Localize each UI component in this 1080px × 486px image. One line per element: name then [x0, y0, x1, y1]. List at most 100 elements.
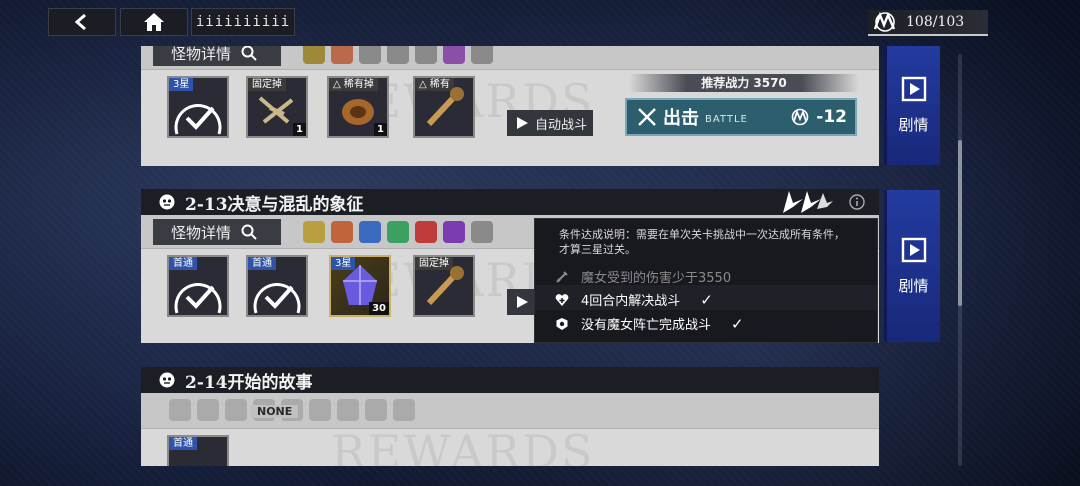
claimed-check-icon: [174, 103, 222, 135]
stamina-value: 108/103: [906, 14, 965, 30]
monster-icon: [337, 399, 359, 421]
stage-skull-icon: [159, 194, 175, 210]
story-label: 剧情: [898, 276, 929, 295]
stamina-counter: 108/103: [868, 10, 988, 36]
tool-item-icon: [426, 266, 464, 306]
monster-icon: [415, 46, 437, 64]
reward-item[interactable]: 3星 30: [329, 255, 391, 317]
home-icon: [144, 13, 164, 31]
sortie-label: 出击: [663, 108, 699, 129]
monster-icon: [331, 46, 353, 64]
reward-count: 30: [369, 302, 389, 315]
monster-icon: [471, 221, 493, 243]
monster-none-label: NONE: [251, 405, 299, 418]
rewards-watermark: REWARDS: [331, 425, 595, 466]
monster-icon: [303, 46, 325, 64]
auto-battle-label: 自动战斗: [535, 117, 588, 133]
recommended-power: 推荐战力 3570: [629, 74, 859, 92]
scrollbar[interactable]: [958, 54, 962, 466]
stamina-cost: -12: [790, 107, 847, 127]
tool-item-icon: [426, 87, 464, 127]
monster-icon: [415, 221, 437, 243]
monster-icons: [303, 46, 493, 64]
reward-item[interactable]: △ 稀有掉 1: [327, 76, 389, 138]
story-play-icon: [901, 237, 926, 262]
monster-icon: [443, 221, 465, 243]
stage-title: 2-14开始的故事: [185, 372, 313, 393]
monster-icon: [359, 46, 381, 64]
info-icon[interactable]: [849, 194, 865, 210]
monster-icon: [365, 399, 387, 421]
monster-icon: [359, 221, 381, 243]
stage-title: 2-13决意与混乱的象征: [185, 194, 364, 215]
sortie-button[interactable]: 出击 BATTLE -12: [625, 98, 857, 136]
reward-item[interactable]: 首通: [167, 255, 229, 317]
star-conditions-tooltip: 条件达成说明：需要在单次关卡挑战中一次达成所有条件，才算三星过关。 魔女受到的伤…: [534, 218, 878, 343]
reward-item[interactable]: 首通: [246, 255, 308, 317]
menu-button[interactable]: iiiiiiiiii: [191, 8, 295, 36]
reward-item[interactable]: 固定掉 1: [246, 76, 308, 138]
scrollbar-thumb[interactable]: [958, 140, 962, 306]
condition-text: 没有魔女阵亡完成战斗: [581, 318, 712, 333]
star-icon: [783, 191, 833, 213]
reward-item[interactable]: 固定掉: [413, 255, 475, 317]
stage-header: 2-14开始的故事: [141, 367, 879, 393]
rewards-row: REWARDS 首通: [141, 425, 879, 466]
tooltip-description: 条件达成说明：需要在单次关卡挑战中一次达成所有条件，才算三星过关。: [559, 228, 845, 256]
heart-plus-icon: [555, 293, 569, 306]
sword-icon: [556, 270, 568, 283]
reward-item[interactable]: △ 稀有: [413, 76, 475, 138]
sortie-sub-label: BATTLE: [705, 113, 748, 125]
home-button[interactable]: [120, 8, 188, 36]
monster-filter-row: 怪物详情: [141, 46, 879, 70]
monster-icon: [169, 399, 191, 421]
monster-icon: [387, 46, 409, 64]
reward-count: 1: [293, 123, 306, 136]
claimed-check-icon: [253, 282, 301, 314]
monster-filter-row: NONE: [141, 393, 879, 429]
condition-item: 魔女受到的伤害少于3550: [555, 267, 731, 286]
rewards-row: REWARDS 3星 固定掉 1 △ 稀有掉 1 △ 稀有: [141, 70, 879, 146]
search-icon: [241, 224, 257, 240]
story-label: 剧情: [898, 116, 929, 134]
condition-text: 魔女受到的伤害少于3550: [581, 271, 732, 286]
monster-icon: [443, 46, 465, 64]
stage-header: 2-13决意与混乱的象征: [141, 189, 879, 215]
play-icon: [517, 296, 528, 308]
reward-count: 1: [374, 123, 387, 136]
reward-tag: 首通: [169, 437, 197, 450]
monster-icon: [471, 46, 493, 64]
monster-icons: [303, 221, 493, 243]
monster-icon: [197, 399, 219, 421]
stage-skull-icon: [159, 372, 175, 388]
back-button[interactable]: [48, 8, 116, 36]
condition-text: 4回合内解决战斗: [581, 294, 681, 309]
reward-item[interactable]: 3星: [167, 76, 229, 138]
monster-icon: [387, 221, 409, 243]
stage-card-prev: 怪物详情 REWARDS 3星: [141, 46, 879, 166]
auto-battle-button[interactable]: 自动战斗: [507, 110, 593, 136]
stamina-icon: [873, 11, 896, 32]
monster-icon: [393, 399, 415, 421]
stamina-icon: [791, 108, 809, 126]
story-play-icon: [901, 76, 926, 102]
monster-icon: [303, 221, 325, 243]
story-button[interactable]: 剧情: [884, 190, 940, 342]
search-icon: [241, 46, 257, 61]
monster-icon: [225, 399, 247, 421]
monster-details-label: 怪物详情: [171, 223, 232, 242]
condition-item: 4回合内解决战斗 ✓: [555, 290, 713, 309]
monster-details-button[interactable]: 怪物详情: [153, 219, 281, 245]
shield-icon: [556, 317, 568, 330]
monster-icon: [331, 221, 353, 243]
crossed-swords-icon: [638, 108, 656, 126]
stage-card-2-14[interactable]: 2-14开始的故事 NONE REWARDS 首通: [141, 367, 879, 466]
back-arrow-icon: [74, 13, 86, 31]
play-icon: [517, 117, 528, 129]
checkmark-icon: ✓: [731, 314, 744, 333]
monster-icon: [309, 399, 331, 421]
star-rating: [775, 189, 835, 215]
reward-item[interactable]: 首通: [167, 435, 229, 466]
story-button[interactable]: 剧情: [884, 46, 940, 165]
monster-details-button[interactable]: 怪物详情: [153, 46, 281, 66]
